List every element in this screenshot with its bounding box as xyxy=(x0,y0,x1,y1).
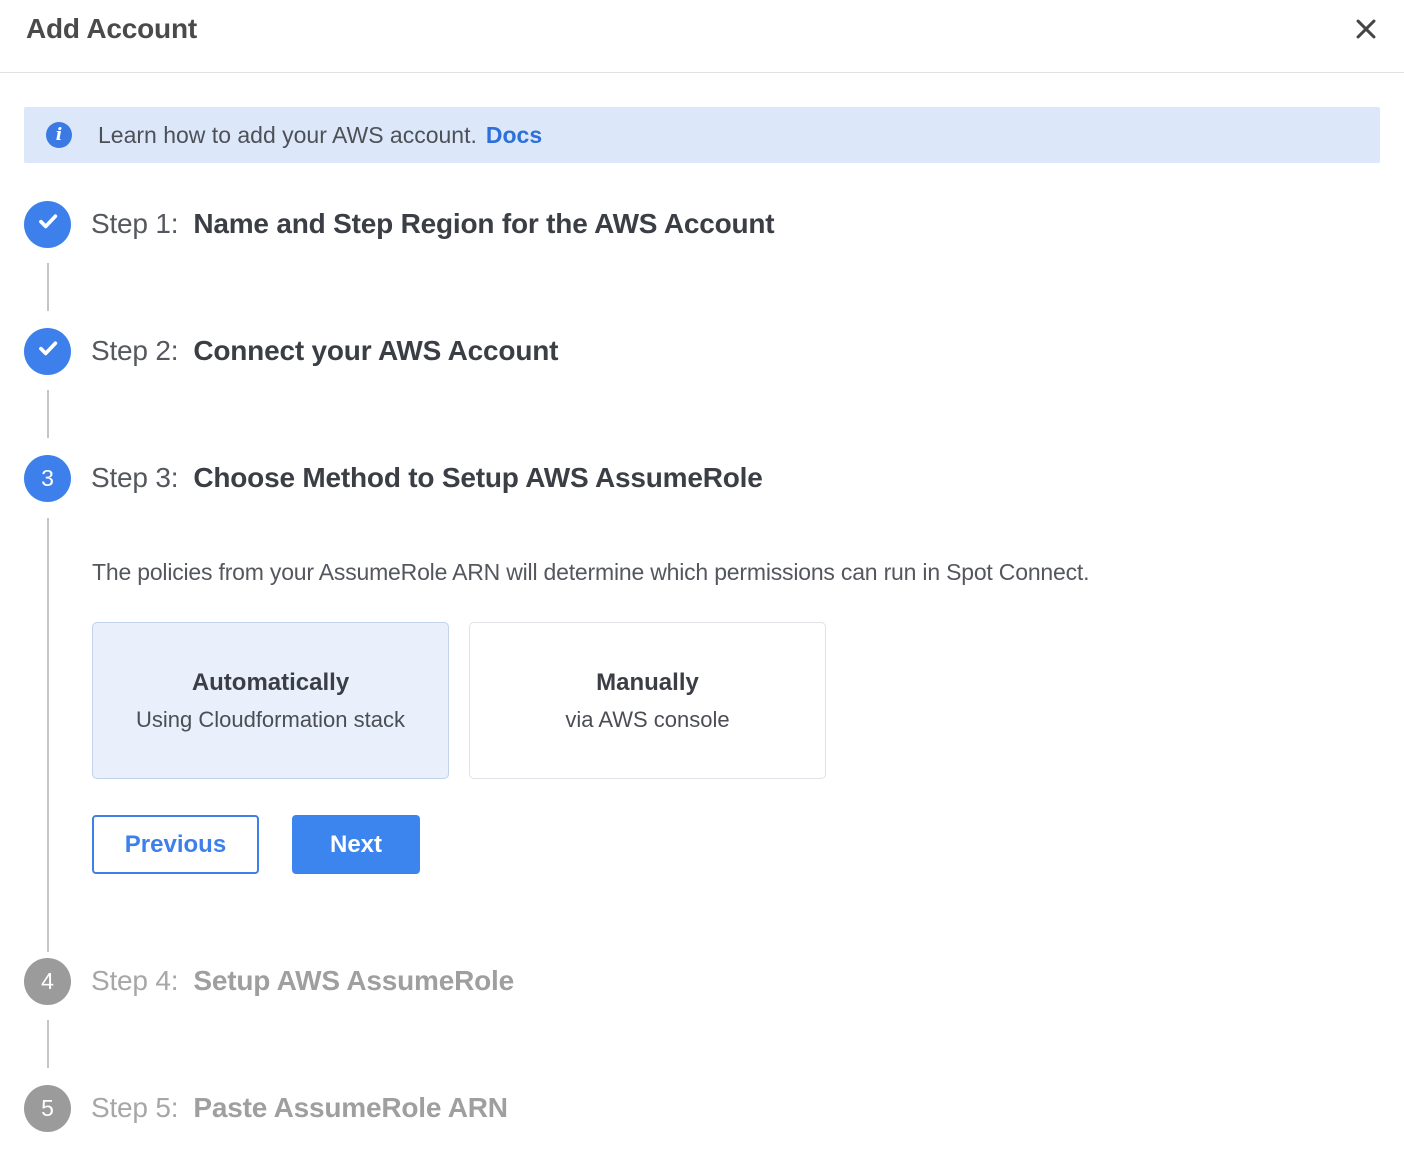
wizard-buttons: Previous Next xyxy=(92,815,1380,874)
method-card-title: Automatically xyxy=(192,669,349,697)
method-card-subtitle: Using Cloudformation stack xyxy=(136,707,405,733)
step-1-title: Name and Step Region for the AWS Account xyxy=(193,208,774,240)
step-connector xyxy=(47,263,49,311)
step-connector xyxy=(47,1020,49,1068)
step-2-label: Step 2: xyxy=(91,335,178,367)
step-4-title: Setup AWS AssumeRole xyxy=(193,965,514,997)
method-cards: Automatically Using Cloudformation stack… xyxy=(92,622,1380,779)
step-5-title: Paste AssumeRole ARN xyxy=(193,1092,507,1124)
step-4-label: Step 4: xyxy=(91,965,178,997)
wizard-steps: Step 1: Name and Step Region for the AWS… xyxy=(0,163,1404,1156)
method-card-subtitle: via AWS console xyxy=(565,707,729,733)
modal-header: Add Account xyxy=(0,0,1404,73)
method-card-automatically[interactable]: Automatically Using Cloudformation stack xyxy=(92,622,449,779)
previous-button[interactable]: Previous xyxy=(92,815,259,874)
page-title: Add Account xyxy=(26,13,197,45)
step-3-description: The policies from your AssumeRole ARN wi… xyxy=(92,559,1380,586)
step-1-circle xyxy=(24,201,71,248)
step-3-row: 3 Step 3: Choose Method to Setup AWS Ass… xyxy=(24,454,1380,502)
docs-link[interactable]: Docs xyxy=(486,122,542,149)
step-5-number: 5 xyxy=(41,1095,54,1122)
check-icon xyxy=(35,335,61,367)
step-1-label: Step 1: xyxy=(91,208,178,240)
step-5-row: 5 Step 5: Paste AssumeRole ARN xyxy=(24,1084,1380,1132)
step-4-circle: 4 xyxy=(24,958,71,1005)
info-icon: i xyxy=(46,122,72,148)
step-3-title: Choose Method to Setup AWS AssumeRole xyxy=(193,462,762,494)
step-1-row: Step 1: Name and Step Region for the AWS… xyxy=(24,200,1380,248)
step-3-label: Step 3: xyxy=(91,462,178,494)
method-card-title: Manually xyxy=(596,669,699,697)
info-banner: i Learn how to add your AWS account. Doc… xyxy=(24,107,1380,163)
step-connector xyxy=(47,390,49,438)
step-2-title: Connect your AWS Account xyxy=(193,335,558,367)
step-5-label: Step 5: xyxy=(91,1092,178,1124)
close-icon xyxy=(1352,31,1380,46)
step-4-number: 4 xyxy=(41,968,54,995)
step-3-content: The policies from your AssumeRole ARN wi… xyxy=(47,518,1380,952)
step-2-circle xyxy=(24,328,71,375)
step-2-row: Step 2: Connect your AWS Account xyxy=(24,327,1380,375)
step-4-row: 4 Step 4: Setup AWS AssumeRole xyxy=(24,957,1380,1005)
next-button[interactable]: Next xyxy=(292,815,420,874)
step-3-number: 3 xyxy=(41,465,54,492)
method-card-manually[interactable]: Manually via AWS console xyxy=(469,622,826,779)
step-5-circle: 5 xyxy=(24,1085,71,1132)
check-icon xyxy=(35,208,61,240)
close-button[interactable] xyxy=(1350,13,1382,45)
step-3-circle: 3 xyxy=(24,455,71,502)
banner-text: Learn how to add your AWS account. xyxy=(98,122,477,149)
